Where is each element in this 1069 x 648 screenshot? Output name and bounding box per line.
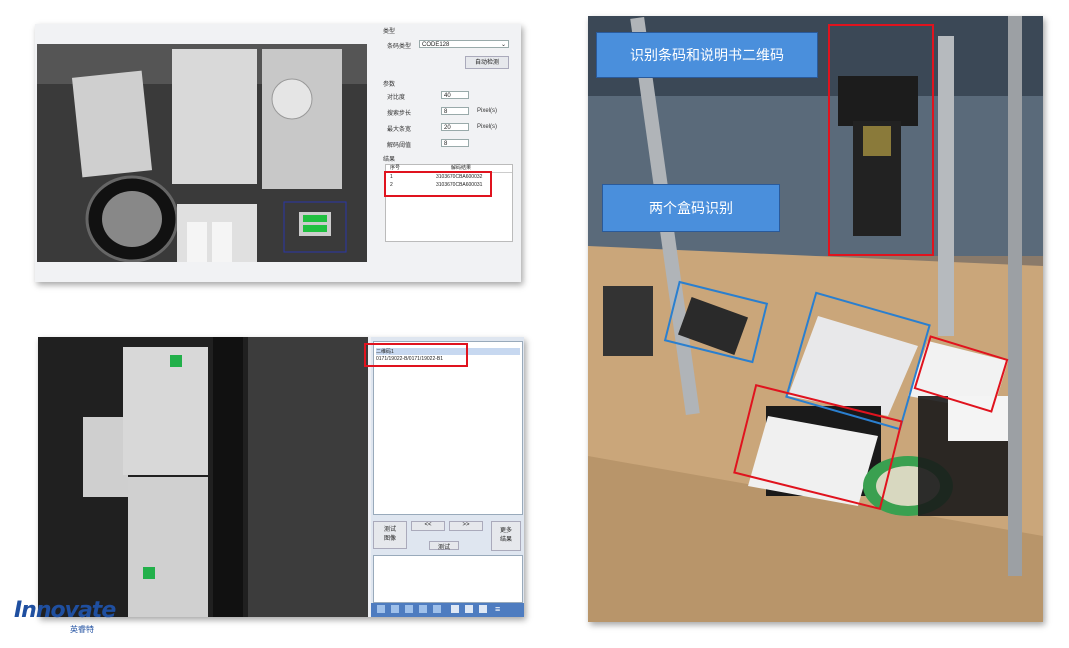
test-image-button[interactable]: 测试 图像 xyxy=(373,521,407,549)
camera-highlight-box xyxy=(828,24,934,256)
callout-two-box-codes: 两个盒码识别 xyxy=(602,184,780,232)
camera-scene xyxy=(37,44,367,262)
section-results-label: 结果 xyxy=(383,157,396,163)
test-button[interactable]: 测试 xyxy=(429,541,459,551)
qrcode-camera-view xyxy=(38,337,368,617)
photo-panel: 识别条码和说明书二维码 两个盒码识别 xyxy=(588,16,1043,622)
bottom-left-panel: 二维码1 0171/19022-B/0171/19022-B1 测试 图像 <<… xyxy=(38,337,524,617)
section-type-label: 类型 xyxy=(383,29,396,35)
barcode-camera-view xyxy=(37,44,367,262)
param-unit: Pixel(s) xyxy=(477,124,498,130)
logo-text: Innovate xyxy=(14,598,116,623)
param-label: 搜索步长 xyxy=(387,111,412,117)
tool-icon[interactable] xyxy=(479,605,487,613)
param-label: 解码阈值 xyxy=(387,143,412,149)
callout-barcode-manual-qr: 识别条码和说明书二维码 xyxy=(596,32,818,78)
param-input[interactable]: 8 xyxy=(441,107,469,115)
innovate-logo: Innovate 英睿特 xyxy=(14,598,116,638)
more-results-button[interactable]: 更多 结果 xyxy=(491,521,521,551)
barcode-type-select[interactable]: CODE128 ⌄ xyxy=(419,40,509,48)
param-input[interactable]: 40 xyxy=(441,91,469,99)
tool-icon[interactable] xyxy=(433,605,441,613)
auto-detect-button[interactable]: 自动检测 xyxy=(465,56,509,69)
qrcode-result-highlight-box xyxy=(364,343,468,367)
menu-icon[interactable]: ≡ xyxy=(495,605,503,614)
logo-subtext: 英睿特 xyxy=(70,625,94,634)
barcode-type-label: 条码类型 xyxy=(387,44,412,50)
next-button[interactable]: >> xyxy=(449,521,483,531)
tool-icon[interactable] xyxy=(391,605,399,613)
results-highlight-box xyxy=(384,171,492,197)
tool-icon[interactable] xyxy=(451,605,459,613)
camera-scene-2 xyxy=(38,337,368,617)
qrcode-results-panel: 二维码1 0171/19022-B/0171/19022-B1 测试 图像 <<… xyxy=(371,337,524,617)
section-params-label: 参数 xyxy=(383,82,396,88)
param-label: 对比度 xyxy=(387,95,406,101)
log-area xyxy=(373,555,523,603)
param-unit: Pixel(s) xyxy=(477,108,498,114)
qrcode-list: 二维码1 0171/19022-B/0171/19022-B1 xyxy=(373,341,523,515)
chevron-down-icon: ⌄ xyxy=(500,42,506,48)
tool-icon[interactable] xyxy=(377,605,385,613)
param-label: 最大条宽 xyxy=(387,127,412,133)
param-input[interactable]: 8 xyxy=(441,139,469,147)
param-input[interactable]: 20 xyxy=(441,123,469,131)
tool-icon[interactable] xyxy=(419,605,427,613)
prev-button[interactable]: << xyxy=(411,521,445,531)
tool-icon[interactable] xyxy=(465,605,473,613)
barcode-type-value: CODE128 xyxy=(422,42,450,48)
bottom-toolbar: ≡ xyxy=(371,603,524,617)
tool-icon[interactable] xyxy=(405,605,413,613)
barcode-settings-panel: 类型 条码类型 CODE128 ⌄ 自动检测 参数 对比度 40 搜索步长 8 … xyxy=(377,24,521,282)
top-left-panel: 类型 条码类型 CODE128 ⌄ 自动检测 参数 对比度 40 搜索步长 8 … xyxy=(35,24,521,282)
